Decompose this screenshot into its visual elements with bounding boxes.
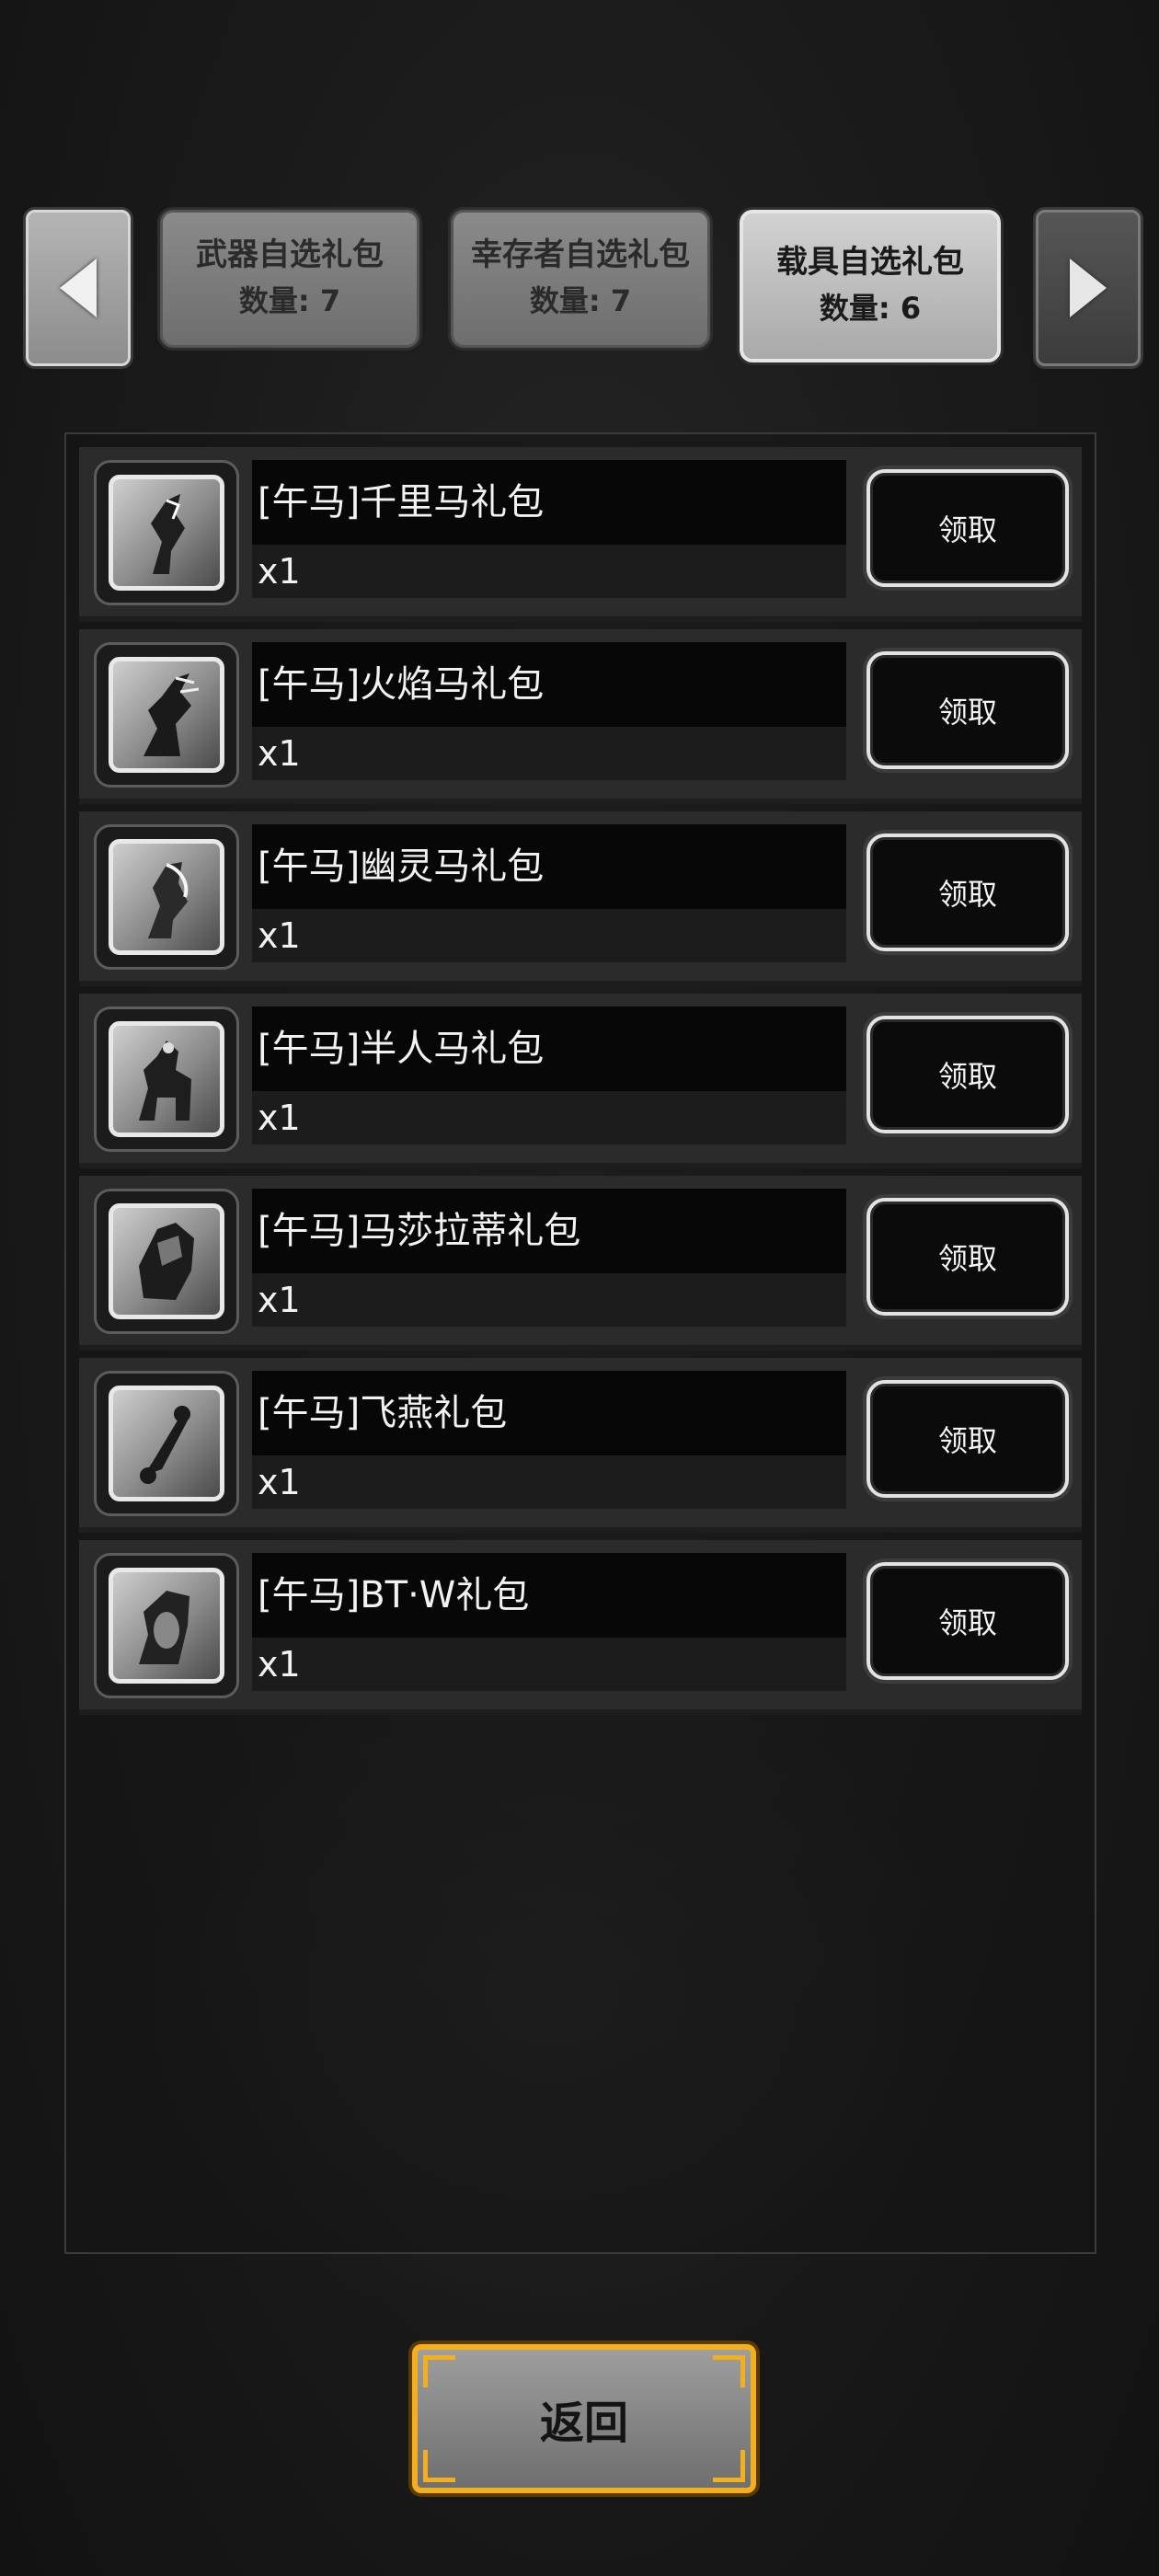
- horse-creature-icon: [109, 475, 224, 591]
- item-name: [午马]马莎拉蒂礼包: [252, 1189, 846, 1273]
- list-item: [午马]马莎拉蒂礼包 x1 领取: [79, 1176, 1082, 1351]
- tab-title: 载具自选礼包: [776, 244, 964, 281]
- item-quantity: x1: [252, 727, 846, 780]
- item-icon-frame: [94, 1371, 239, 1516]
- claim-button[interactable]: 领取: [866, 1198, 1069, 1316]
- item-name: [午马]BT·W礼包: [252, 1553, 846, 1638]
- corner-ornament-icon: [713, 2355, 745, 2387]
- scooter-icon: [109, 1386, 224, 1501]
- centaur-icon: [109, 1021, 224, 1137]
- arrow-right-icon: [1070, 259, 1107, 317]
- item-quantity: x1: [252, 1455, 846, 1509]
- list-item: [午马]火焰马礼包 x1 领取: [79, 629, 1082, 804]
- claim-button[interactable]: 领取: [866, 1016, 1069, 1133]
- list-item: [午马]幽灵马礼包 x1 领取: [79, 811, 1082, 986]
- item-name: [午马]千里马礼包: [252, 460, 846, 545]
- sports-car-icon: [109, 1203, 224, 1319]
- tab-count: 数量: 6: [819, 291, 922, 326]
- claim-button[interactable]: 领取: [866, 834, 1069, 951]
- tab-count: 数量: 7: [238, 283, 341, 318]
- item-icon-frame: [94, 1006, 239, 1152]
- item-name: [午马]飞燕礼包: [252, 1371, 846, 1455]
- back-button[interactable]: 返回: [412, 2344, 756, 2493]
- tab-vehicle-pack[interactable]: 载具自选礼包 数量: 6: [740, 210, 1001, 362]
- list-item: [午马]千里马礼包 x1 领取: [79, 447, 1082, 622]
- claim-button[interactable]: 领取: [866, 469, 1069, 587]
- reward-list-panel[interactable]: [午马]千里马礼包 x1 领取 [午马]火焰马礼包 x1 领取 [午马]幽灵马礼…: [64, 432, 1096, 2254]
- claim-button[interactable]: 领取: [866, 1380, 1069, 1498]
- arrow-left-icon: [60, 259, 97, 317]
- motorbike-icon: [109, 1568, 224, 1684]
- item-icon-frame: [94, 642, 239, 788]
- item-icon-frame: [94, 1553, 239, 1698]
- list-item: [午马]半人马礼包 x1 领取: [79, 994, 1082, 1168]
- item-quantity: x1: [252, 1273, 846, 1327]
- tab-count: 数量: 7: [529, 283, 632, 318]
- claim-button[interactable]: 领取: [866, 651, 1069, 769]
- claim-button[interactable]: 领取: [866, 1562, 1069, 1680]
- next-tab-button[interactable]: [1036, 210, 1141, 366]
- item-quantity: x1: [252, 1091, 846, 1144]
- tab-title: 武器自选礼包: [196, 236, 384, 273]
- item-icon-frame: [94, 824, 239, 970]
- tab-weapon-pack[interactable]: 武器自选礼包 数量: 7: [160, 210, 419, 348]
- item-name: [午马]火焰马礼包: [252, 642, 846, 727]
- ghost-horse-icon: [109, 839, 224, 955]
- back-button-label: 返回: [539, 2398, 628, 2449]
- item-name: [午马]幽灵马礼包: [252, 824, 846, 909]
- item-quantity: x1: [252, 909, 846, 962]
- list-item: [午马]飞燕礼包 x1 领取: [79, 1358, 1082, 1533]
- list-item: [午马]BT·W礼包 x1 领取: [79, 1540, 1082, 1715]
- tab-survivor-pack[interactable]: 幸存者自选礼包 数量: 7: [451, 210, 710, 348]
- prev-tab-button[interactable]: [26, 210, 131, 366]
- corner-ornament-icon: [423, 2450, 455, 2482]
- flame-horse-icon: [109, 657, 224, 773]
- item-name: [午马]半人马礼包: [252, 1006, 846, 1091]
- item-icon-frame: [94, 460, 239, 605]
- tab-title: 幸存者自选礼包: [471, 236, 690, 273]
- corner-ornament-icon: [713, 2450, 745, 2482]
- item-icon-frame: [94, 1189, 239, 1334]
- item-quantity: x1: [252, 1638, 846, 1691]
- item-quantity: x1: [252, 545, 846, 598]
- corner-ornament-icon: [423, 2355, 455, 2387]
